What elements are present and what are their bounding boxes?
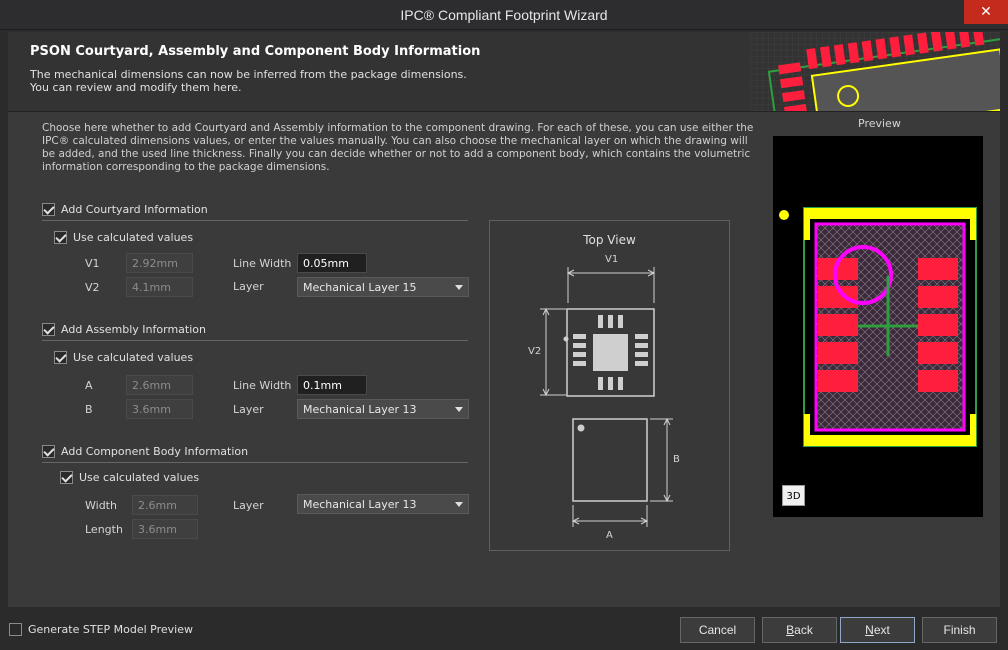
back-button[interactable]: Back [762,617,837,643]
next-button[interactable]: Next [840,617,915,643]
back-mnemonic: B [786,623,795,637]
assembly-layer-label: Layer [233,403,264,416]
body-use-calc-row[interactable]: Use calculated values [60,471,199,484]
description-line-2: You can review and modify them here. [30,81,242,94]
courtyard-use-calc-label: Use calculated values [73,231,194,244]
courtyard-use-calc-row[interactable]: Use calculated values [54,231,193,244]
body-checkbox-row[interactable]: Add Component Body Information [42,445,248,458]
finish-button[interactable]: Finish [922,617,997,643]
footprint-preview[interactable]: 3D [773,136,983,517]
top-view-diagram [540,267,673,527]
body-layer-select[interactable]: Mechanical Layer 13 [297,494,469,514]
courtyard-layer-select[interactable]: Mechanical Layer 15 [297,277,469,297]
courtyard-checkbox-label: Add Courtyard Information [61,203,208,216]
dim-v2-label: V2 [528,346,542,357]
courtyard-layer-value: Mechanical Layer 15 [303,281,417,294]
assembly-divider [42,340,468,341]
title-bar: IPC® Compliant Footprint Wizard ✕ [0,0,1008,30]
body-length-field[interactable]: 3.6mm [132,519,198,539]
body-use-calc-label: Use calculated values [79,471,200,484]
step-preview-row[interactable]: Generate STEP Model Preview [9,623,193,636]
body-length-label: Length [85,523,123,536]
back-label-rest: ack [794,623,813,637]
courtyard-v1-field[interactable]: 2.92mm [126,253,193,273]
courtyard-divider [42,220,468,221]
assembly-line-width-label: Line Width [233,379,292,392]
assembly-layer-select[interactable]: Mechanical Layer 13 [297,399,469,419]
body-width-label: Width [85,499,117,512]
body-use-calc-checkbox[interactable] [60,471,73,484]
assembly-checkbox-row[interactable]: Add Assembly Information [42,323,206,336]
chevron-down-icon [455,285,463,290]
body-checkbox-label: Add Component Body Information [61,445,249,458]
description-line-1: The mechanical dimensions can now be inf… [30,68,467,81]
body-layer-value: Mechanical Layer 13 [303,498,417,511]
body-layer-label: Layer [233,499,264,512]
courtyard-v2-field[interactable]: 4.1mm [126,277,193,297]
courtyard-v1-label: V1 [85,257,100,270]
preview-label: Preview [858,117,901,130]
step-preview-label: Generate STEP Model Preview [28,623,193,636]
assembly-use-calc-label: Use calculated values [73,351,194,364]
top-view-panel: Top View V1 V2 A B [489,220,730,551]
intro-text: Choose here whether to add Courtyard and… [42,122,754,173]
step-preview-checkbox[interactable] [9,623,22,636]
assembly-a-label: A [85,379,93,392]
page-description: The mechanical dimensions can now be inf… [30,68,467,94]
courtyard-checkbox[interactable] [42,203,55,216]
chevron-down-icon [455,407,463,412]
courtyard-line-width-field[interactable]: 0.05mm [297,253,367,273]
dim-v1-label: V1 [605,254,619,265]
assembly-a-field[interactable]: 2.6mm [126,375,193,395]
next-mnemonic: N [865,623,874,637]
assembly-b-label: B [85,403,93,416]
page-title: PSON Courtyard, Assembly and Component B… [30,44,481,59]
window-title: IPC® Compliant Footprint Wizard [400,7,608,23]
assembly-use-calc-checkbox[interactable] [54,351,67,364]
header-footprint-image [750,32,1000,111]
courtyard-use-calc-checkbox[interactable] [54,231,67,244]
courtyard-v2-label: V2 [85,281,100,294]
footer-bar: Generate STEP Model Preview Cancel Back … [0,612,1008,650]
chevron-down-icon [455,502,463,507]
courtyard-checkbox-row[interactable]: Add Courtyard Information [42,203,208,216]
preview-footprint-graphic [779,207,977,447]
body-divider [42,462,468,463]
3d-view-button[interactable]: 3D [782,485,805,506]
close-button[interactable]: ✕ [964,0,1008,24]
courtyard-layer-label: Layer [233,280,264,293]
courtyard-line-width-label: Line Width [233,257,292,270]
assembly-use-calc-row[interactable]: Use calculated values [54,351,193,364]
assembly-checkbox[interactable] [42,323,55,336]
next-label-rest: ext [873,623,890,637]
assembly-b-field[interactable]: 3.6mm [126,399,193,419]
assembly-checkbox-label: Add Assembly Information [61,323,206,336]
body-width-field[interactable]: 2.6mm [132,495,198,515]
assembly-line-width-field[interactable]: 0.1mm [297,375,367,395]
dim-b-label: B [673,454,680,465]
body-checkbox[interactable] [42,445,55,458]
assembly-layer-value: Mechanical Layer 13 [303,403,417,416]
dim-a-label: A [606,530,613,541]
page-header: PSON Courtyard, Assembly and Component B… [8,32,1000,112]
main-panel: Choose here whether to add Courtyard and… [8,112,1000,607]
cancel-button[interactable]: Cancel [680,617,755,643]
